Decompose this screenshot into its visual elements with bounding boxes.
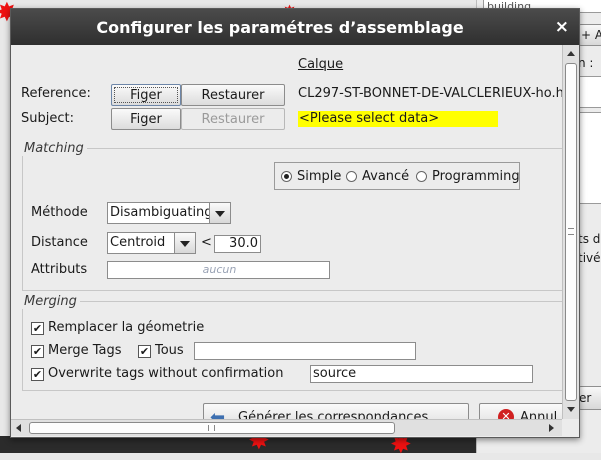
background-er-button[interactable]: er bbox=[578, 386, 601, 410]
mode-simple-label[interactable]: Simple bbox=[297, 169, 341, 184]
background-label-ts: ts d bbox=[578, 232, 601, 246]
chevron-down-icon[interactable] bbox=[174, 233, 195, 253]
distance-label: Distance bbox=[31, 235, 88, 250]
mode-simple-radio[interactable] bbox=[281, 171, 292, 182]
mode-advanced-label[interactable]: Avancé bbox=[362, 169, 409, 184]
background-label-tive: tivé bbox=[578, 251, 601, 265]
mode-programming-radio[interactable] bbox=[416, 171, 427, 182]
distance-value: Centroid bbox=[110, 235, 166, 250]
subject-label: Subject: bbox=[21, 111, 74, 126]
reference-label: Reference: bbox=[21, 86, 91, 101]
cancel-icon: ✕ bbox=[498, 409, 514, 419]
scroll-up-icon[interactable] bbox=[567, 51, 575, 56]
vertical-scroll-thumb[interactable] bbox=[565, 63, 577, 401]
subject-restore-button: Restaurer bbox=[181, 108, 285, 130]
distance-threshold-field[interactable]: 30.0 bbox=[214, 235, 261, 253]
method-dropdown[interactable]: Disambiguating bbox=[107, 202, 231, 224]
subject-freeze-button[interactable]: Figer bbox=[111, 108, 181, 130]
horizontal-scrollbar[interactable] bbox=[11, 419, 562, 436]
background-field[interactable] bbox=[578, 76, 601, 108]
all-tags-checkbox[interactable]: ✔ bbox=[138, 345, 151, 358]
generate-matches-label: Générer les correspondances bbox=[238, 410, 429, 419]
matching-legend: Matching bbox=[21, 141, 87, 156]
distance-less-than: < bbox=[201, 235, 212, 250]
merge-tags-checkbox[interactable]: ✔ bbox=[31, 345, 44, 358]
grip-icon bbox=[568, 228, 574, 235]
matching-mode-selector: Simple Avancé Programming bbox=[274, 162, 520, 190]
vertical-scrollbar[interactable] bbox=[562, 45, 579, 419]
method-value: Disambiguating bbox=[110, 205, 213, 220]
merge-tags-field[interactable] bbox=[194, 342, 416, 360]
chevron-down-icon[interactable] bbox=[209, 203, 230, 223]
background-add-button[interactable]: + A bbox=[578, 24, 601, 46]
overwrite-tags-checkbox[interactable]: ✔ bbox=[31, 368, 44, 381]
method-label: Méthode bbox=[31, 205, 88, 220]
overwrite-tags-field[interactable]: source bbox=[310, 365, 533, 383]
merge-settings-dialog: Configurer les paramétres d’assemblage ×… bbox=[10, 8, 580, 438]
subject-select-prompt: <Please select data> bbox=[298, 111, 498, 127]
reference-restore-button[interactable]: Restaurer bbox=[181, 84, 285, 106]
reference-layer-name: CL297-ST-BONNET-DE-VALCLERIEUX-ho.hs bbox=[298, 86, 562, 101]
horizontal-scroll-thumb[interactable] bbox=[29, 422, 395, 434]
scroll-right-icon[interactable] bbox=[549, 424, 554, 432]
dialog-title: Configurer les paramétres d’assemblage bbox=[96, 18, 464, 37]
distance-dropdown[interactable]: Centroid bbox=[107, 232, 196, 254]
replace-geometry-checkbox[interactable]: ✔ bbox=[31, 322, 44, 335]
all-tags-label[interactable]: Tous bbox=[155, 343, 184, 358]
dialog-content: Calque Reference: Figer Restaurer CL297-… bbox=[11, 45, 562, 419]
background-field-2[interactable] bbox=[578, 112, 601, 204]
attributes-field[interactable]: aucun bbox=[107, 261, 330, 279]
replace-geometry-label[interactable]: Remplacer la géometrie bbox=[48, 320, 204, 335]
background-label-n: n : bbox=[578, 56, 594, 70]
cancel-button[interactable]: ✕ Annul bbox=[479, 403, 562, 419]
generate-matches-button[interactable]: ⬅ Générer les correspondances bbox=[203, 403, 469, 419]
grip-icon bbox=[208, 425, 215, 431]
attributes-label: Attributs bbox=[31, 262, 88, 277]
cancel-label: Annul bbox=[520, 410, 558, 419]
reference-freeze-button[interactable]: Figer bbox=[111, 84, 181, 106]
overwrite-tags-label[interactable]: Overwrite tags without confirmation bbox=[48, 366, 284, 381]
scroll-down-icon[interactable] bbox=[567, 407, 575, 412]
mode-programming-label[interactable]: Programming bbox=[432, 169, 520, 184]
scroll-left-icon[interactable] bbox=[16, 424, 21, 432]
dialog-titlebar[interactable]: Configurer les paramétres d’assemblage × bbox=[11, 9, 579, 45]
merge-tags-label[interactable]: Merge Tags bbox=[48, 343, 122, 358]
close-icon[interactable]: × bbox=[555, 17, 569, 37]
layer-column-header: Calque bbox=[298, 57, 344, 72]
arrow-left-icon: ⬅ bbox=[210, 407, 226, 419]
mode-advanced-radio[interactable] bbox=[346, 171, 357, 182]
merging-legend: Merging bbox=[21, 294, 80, 309]
